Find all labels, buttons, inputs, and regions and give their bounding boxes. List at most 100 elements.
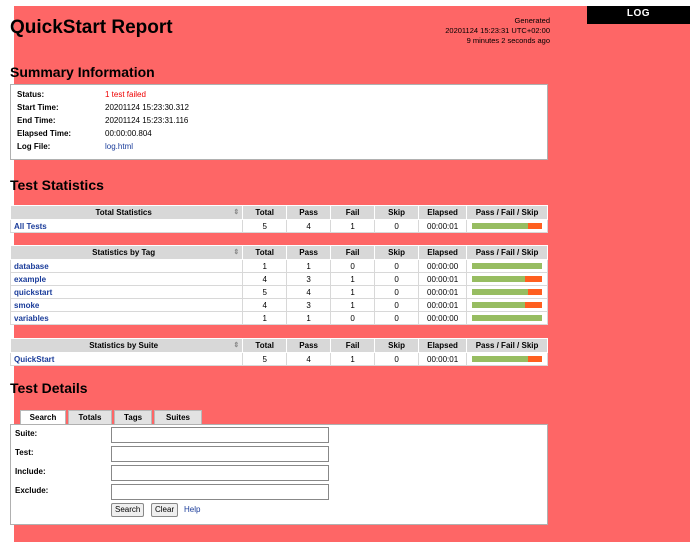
stat-fail: 1	[330, 219, 376, 233]
exclude-input[interactable]	[111, 484, 329, 500]
stat-pass: 1	[286, 311, 332, 325]
elapsed-time-label: Elapsed Time:	[17, 129, 72, 138]
stat-elapsed: 00:00:00	[418, 259, 468, 273]
exclude-label: Exclude:	[15, 486, 49, 495]
stat-total: 5	[242, 352, 288, 366]
col-elapsed-label: Elapsed	[427, 248, 458, 257]
col-skip[interactable]: Skip	[374, 205, 420, 220]
suite-input[interactable]	[111, 427, 329, 443]
stat-row: smoke 4 3 1 0 00:00:01	[9, 298, 548, 312]
stat-fail: 0	[330, 311, 376, 325]
stat-graph	[466, 272, 548, 286]
fail-bar-segment	[528, 356, 543, 362]
stat-name-link[interactable]: smoke	[9, 298, 244, 312]
col-fail[interactable]: Fail	[330, 338, 376, 353]
stat-pass: 1	[286, 259, 332, 273]
total-statistics-header[interactable]: Total Statistics ⇕	[9, 205, 244, 220]
stat-name-link[interactable]: quickstart	[9, 285, 244, 299]
pass-fail-skip-bar	[472, 223, 543, 229]
summary-box: Status: 1 test failed Start Time: 20201124…	[10, 84, 548, 160]
search-button[interactable]: Search	[111, 503, 145, 517]
col-pass-label: Pass	[299, 248, 318, 257]
col-total[interactable]: Total	[242, 245, 288, 260]
pass-bar-segment	[472, 276, 525, 282]
stat-name-link[interactable]: database	[9, 259, 244, 273]
col-graph[interactable]: Pass / Fail / Skip	[466, 205, 548, 220]
pass-bar-segment	[472, 315, 543, 321]
tag-statistics-header[interactable]: Statistics by Tag ⇕	[9, 245, 244, 260]
stat-row: database 1 1 0 0 00:00:00	[9, 259, 548, 273]
stat-name-link[interactable]: QuickStart	[9, 352, 244, 366]
start-time-value: 20201124 15:23:30.312	[105, 103, 189, 112]
col-total[interactable]: Total	[242, 338, 288, 353]
col-fail[interactable]: Fail	[330, 245, 376, 260]
generated-time: 20201124 15:23:31 UTC+02:00	[445, 26, 550, 35]
stat-name-link[interactable]: variables	[9, 311, 244, 325]
col-pass[interactable]: Pass	[286, 245, 332, 260]
stat-fail: 1	[330, 352, 376, 366]
col-fail[interactable]: Fail	[330, 205, 376, 220]
total-statistics-table: Total Statistics ⇕ Total Pass Fail Skip E…	[9, 205, 548, 233]
col-skip[interactable]: Skip	[374, 338, 420, 353]
stat-total: 1	[242, 259, 288, 273]
tag-statistics-title: Statistics by Tag	[92, 248, 156, 257]
status-value: 1 test failed	[105, 90, 146, 99]
stat-row: variables 1 1 0 0 00:00:00	[9, 311, 548, 325]
tag-statistics-table: Statistics by Tag ⇕ Total Pass Fail Skip …	[9, 245, 548, 325]
sort-icon: ⇕	[233, 209, 240, 216]
log-file-link[interactable]: log.html	[103, 140, 189, 153]
statistics-heading: Test Statistics	[10, 177, 104, 193]
log-link-button[interactable]: LOG	[587, 6, 690, 24]
col-pass[interactable]: Pass	[286, 338, 332, 353]
stat-fail: 1	[330, 272, 376, 286]
stat-fail: 1	[330, 285, 376, 299]
col-elapsed[interactable]: Elapsed	[418, 205, 468, 220]
col-elapsed[interactable]: Elapsed	[418, 245, 468, 260]
stat-graph	[466, 352, 548, 366]
end-time-label: End Time:	[17, 116, 56, 125]
col-elapsed[interactable]: Elapsed	[418, 338, 468, 353]
stat-graph	[466, 285, 548, 299]
stat-elapsed: 00:00:01	[418, 272, 468, 286]
clear-button[interactable]: Clear	[151, 503, 179, 517]
col-skip[interactable]: Skip	[374, 245, 420, 260]
tab-suites[interactable]: Suites	[154, 410, 202, 425]
fail-bar-segment	[524, 302, 543, 308]
stat-name-link[interactable]: example	[9, 272, 244, 286]
include-input[interactable]	[111, 465, 329, 481]
stat-graph	[466, 311, 548, 325]
stat-skip: 0	[374, 259, 420, 273]
stat-graph	[466, 259, 548, 273]
pass-bar-segment	[472, 223, 529, 229]
col-elapsed-label: Elapsed	[427, 208, 458, 217]
test-input[interactable]	[111, 446, 329, 462]
stat-row: All Tests 5 4 1 0 00:00:01	[9, 219, 548, 233]
test-label: Test:	[15, 448, 34, 457]
suite-statistics-title: Statistics by Suite	[89, 341, 159, 350]
stat-pass: 4	[286, 352, 332, 366]
pass-fail-skip-bar	[472, 302, 543, 308]
tab-totals[interactable]: Totals	[68, 410, 112, 425]
elapsed-time-value: 00:00:00.804	[105, 129, 152, 138]
status-label: Status:	[17, 90, 45, 99]
col-total[interactable]: Total	[242, 205, 288, 220]
summary-heading: Summary Information	[10, 64, 155, 80]
col-skip-label: Skip	[388, 248, 406, 257]
col-graph-label: Pass / Fail / Skip	[475, 341, 539, 350]
sort-icon: ⇕	[233, 249, 240, 256]
stat-name-link[interactable]: All Tests	[9, 219, 244, 233]
col-graph[interactable]: Pass / Fail / Skip	[466, 338, 548, 353]
suite-statistics-header[interactable]: Statistics by Suite ⇕	[9, 338, 244, 353]
stat-skip: 0	[374, 311, 420, 325]
generated-info: Generated 20201124 15:23:31 UTC+02:00 9 …	[445, 16, 550, 46]
tab-tags[interactable]: Tags	[114, 410, 152, 425]
help-link[interactable]: Help	[184, 505, 200, 514]
stat-graph	[466, 298, 548, 312]
details-heading: Test Details	[10, 380, 88, 396]
col-pass[interactable]: Pass	[286, 205, 332, 220]
col-graph[interactable]: Pass / Fail / Skip	[466, 245, 548, 260]
pass-fail-skip-bar	[472, 315, 543, 321]
total-statistics-title: Total Statistics	[95, 208, 152, 217]
stat-skip: 0	[374, 219, 420, 233]
stat-elapsed: 00:00:01	[418, 352, 468, 366]
